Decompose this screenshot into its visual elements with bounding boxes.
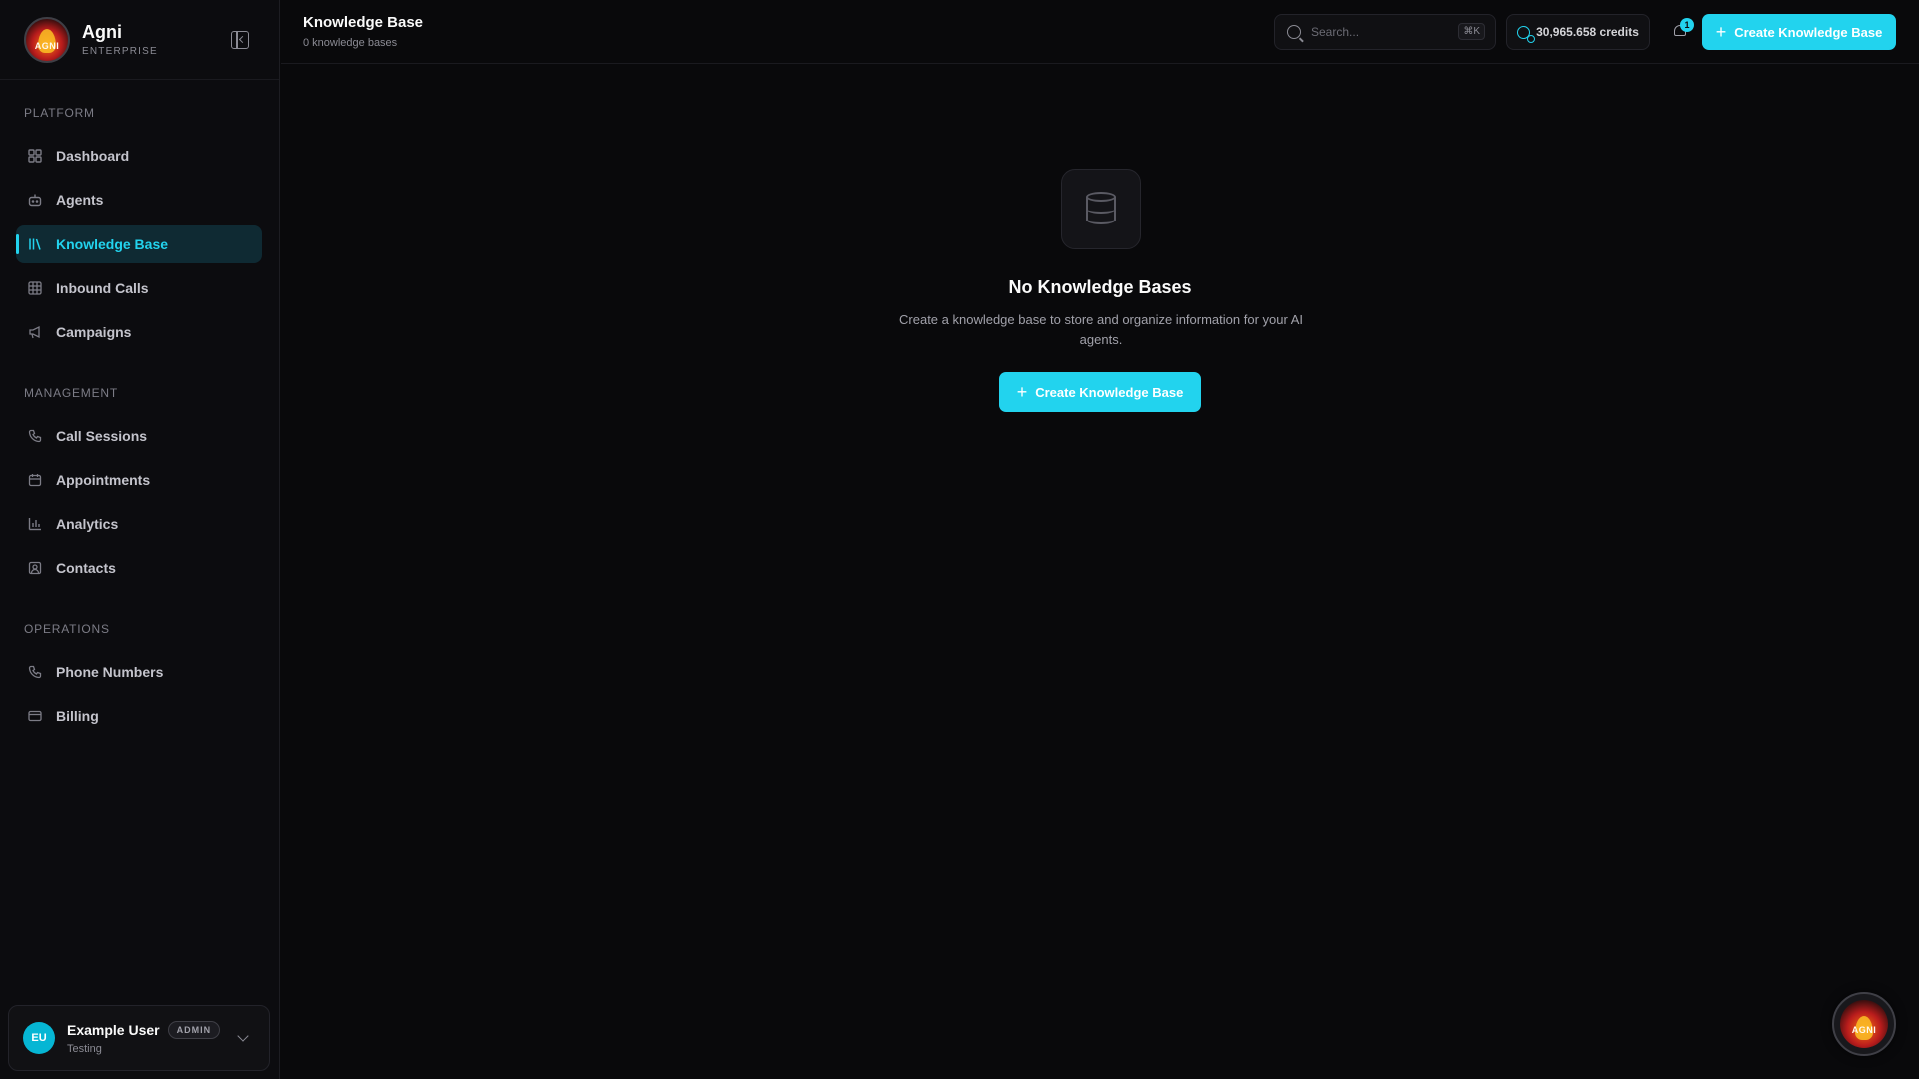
sidebar-item-agents[interactable]: Agents	[16, 181, 262, 219]
notification-badge: 1	[1680, 18, 1694, 32]
sidebar-item-knowledge-base[interactable]: Knowledge Base	[16, 225, 262, 263]
user-org: Testing	[67, 1043, 102, 1055]
empty-state-description: Create a knowledge base to store and org…	[899, 312, 1303, 347]
app: AGNI Agni ENTERPRISE PLATFORM Dashboard …	[0, 0, 1919, 1079]
brand-header: AGNI Agni ENTERPRISE	[0, 0, 279, 80]
plus-icon: +	[1016, 382, 1028, 402]
sidebar-item-label: Dashboard	[56, 148, 130, 164]
sidebar-item-campaigns[interactable]: Campaigns	[16, 313, 262, 351]
sidebar-item-dashboard[interactable]: Dashboard	[16, 137, 262, 175]
plus-icon: +	[1715, 22, 1727, 42]
sidebar-item-contacts[interactable]: Contacts	[16, 549, 262, 587]
user-line: Example User ADMIN	[67, 1021, 239, 1039]
sidebar-item-phone-numbers[interactable]: Phone Numbers	[16, 653, 262, 691]
sidebar-item-label: Agents	[56, 192, 104, 208]
create-knowledge-base-button[interactable]: + Create Knowledge Base	[1702, 14, 1896, 50]
credits-display[interactable]: 30,965.658 credits	[1506, 14, 1650, 50]
section-title-platform: PLATFORM	[24, 106, 95, 120]
bar-chart-icon	[28, 517, 42, 531]
phone-icon	[28, 665, 42, 679]
sidebar-item-label: Phone Numbers	[56, 664, 164, 680]
sidebar-item-label: Campaigns	[56, 324, 132, 340]
page-subtitle: 0 knowledge bases	[303, 37, 398, 49]
sidebar-item-label: Inbound Calls	[56, 280, 149, 296]
logo-text: AGNI	[34, 40, 60, 51]
main-content: No Knowledge Bases Create a knowledge ba…	[281, 64, 1919, 1079]
chevron-down-icon	[237, 1030, 249, 1042]
empty-create-knowledge-base-button[interactable]: + Create Knowledge Base	[999, 372, 1201, 412]
contact-icon	[28, 561, 42, 575]
shortcut-badge: ⌘K	[1458, 23, 1485, 40]
grid-icon	[28, 149, 42, 163]
credits-text: 30,965.658 credits	[1536, 25, 1639, 39]
sidebar-item-label: Knowledge Base	[56, 236, 169, 252]
sidebar-collapse-icon[interactable]	[231, 31, 249, 49]
assistant-fab[interactable]: AGNI	[1832, 992, 1896, 1056]
user-name: Example User	[67, 1022, 160, 1038]
brand-text: Agni ENTERPRISE	[82, 22, 158, 57]
user-menu[interactable]: EU Example User ADMIN Testing	[8, 1005, 270, 1071]
button-label: Create Knowledge Base	[1734, 24, 1883, 40]
coins-icon	[1517, 25, 1536, 43]
brand-tier: ENTERPRISE	[82, 46, 158, 57]
sidebar-item-analytics[interactable]: Analytics	[16, 505, 262, 543]
sidebar-item-label: Contacts	[56, 560, 116, 576]
avatar: EU	[23, 1022, 55, 1054]
user-info: Example User ADMIN Testing	[67, 1021, 239, 1055]
agni-logo-icon: AGNI	[24, 16, 70, 63]
sidebar-item-label: Call Sessions	[56, 428, 148, 444]
library-icon	[28, 237, 42, 251]
sidebar-item-inbound-calls[interactable]: Inbound Calls	[16, 269, 262, 307]
megaphone-icon	[28, 325, 42, 339]
sidebar-item-call-sessions[interactable]: Call Sessions	[16, 417, 262, 455]
sidebar-item-label: Billing	[56, 708, 99, 724]
calendar-icon	[28, 473, 42, 487]
sidebar-item-appointments[interactable]: Appointments	[16, 461, 262, 499]
top-header: Knowledge Base 0 knowledge bases ⌘K 30,9…	[281, 0, 1919, 64]
agni-logo-icon: AGNI	[1840, 1000, 1888, 1048]
credit-card-icon	[28, 709, 42, 723]
search-box[interactable]: ⌘K	[1274, 14, 1496, 50]
section-title-management: MANAGEMENT	[24, 386, 119, 400]
search-icon	[1287, 25, 1301, 39]
phone-icon	[28, 429, 42, 443]
role-badge: ADMIN	[167, 1021, 221, 1039]
page-title: Knowledge Base	[303, 14, 424, 31]
sidebar: AGNI Agni ENTERPRISE PLATFORM Dashboard …	[0, 0, 280, 1079]
button-label: Create Knowledge Base	[1035, 384, 1184, 400]
sidebar-item-billing[interactable]: Billing	[16, 697, 262, 735]
sidebar-item-label: Appointments	[56, 472, 151, 488]
bot-icon	[28, 193, 42, 207]
empty-state-icon-box	[1061, 169, 1141, 249]
section-title-operations: OPERATIONS	[24, 622, 110, 636]
brand-name: Agni	[82, 22, 122, 42]
database-icon	[1086, 192, 1116, 226]
logo-text: AGNI	[1851, 1025, 1877, 1035]
empty-state-title: No Knowledge Bases	[1008, 277, 1192, 297]
search-input[interactable]	[1311, 25, 1441, 39]
table-icon	[28, 281, 42, 295]
sidebar-item-label: Analytics	[56, 516, 119, 532]
